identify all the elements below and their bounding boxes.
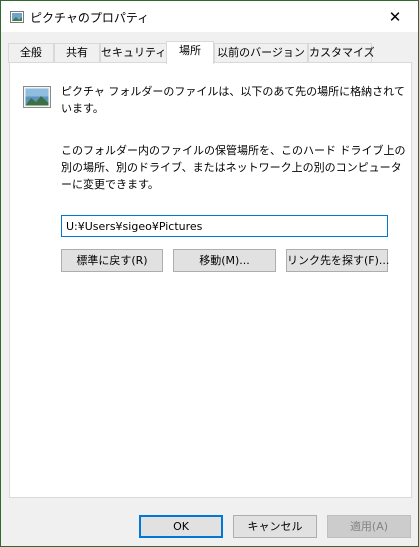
title-bar[interactable]: ピクチャのプロパティ ✕ xyxy=(1,1,418,32)
restore-default-button[interactable]: 標準に戻す(R) xyxy=(61,249,163,272)
cancel-button[interactable]: キャンセル xyxy=(233,515,317,538)
location-description: ピクチャ フォルダーのファイルは、以下のあて先の場所に格納されています。 xyxy=(61,85,405,115)
tab-sharing[interactable]: 共有 xyxy=(54,43,100,63)
picture-folder-icon xyxy=(23,86,51,108)
location-instructions: このフォルダー内のファイルの保管場所を、このハード ドライブ上の別の場所、別のド… xyxy=(61,144,406,191)
move-button[interactable]: 移動(M)... xyxy=(173,249,276,272)
properties-dialog: ピクチャのプロパティ ✕ 全般 共有 セキュリティ 場所 以前のバージョン カス… xyxy=(0,0,419,547)
tab-customize[interactable]: カスタマイズ xyxy=(308,43,375,63)
location-panel: ピクチャ フォルダーのファイルは、以下のあて先の場所に格納されています。 このフ… xyxy=(9,62,412,498)
tab-location[interactable]: 場所 xyxy=(166,41,214,64)
tab-strip: 全般 共有 セキュリティ 場所 以前のバージョン カスタマイズ xyxy=(8,41,412,64)
close-button[interactable]: ✕ xyxy=(372,1,418,32)
ok-button[interactable]: OK xyxy=(139,515,223,538)
close-icon: ✕ xyxy=(388,7,402,26)
picture-folder-icon xyxy=(10,11,24,23)
apply-button[interactable]: 適用(A) xyxy=(327,515,411,538)
window-title: ピクチャのプロパティ xyxy=(30,11,150,25)
folder-path-input[interactable] xyxy=(61,215,388,237)
tab-general[interactable]: 全般 xyxy=(8,43,54,63)
tab-security[interactable]: セキュリティ xyxy=(100,43,167,63)
find-target-button[interactable]: リンク先を探す(F)... xyxy=(286,249,389,272)
tab-previous-versions[interactable]: 以前のバージョン xyxy=(214,43,308,63)
